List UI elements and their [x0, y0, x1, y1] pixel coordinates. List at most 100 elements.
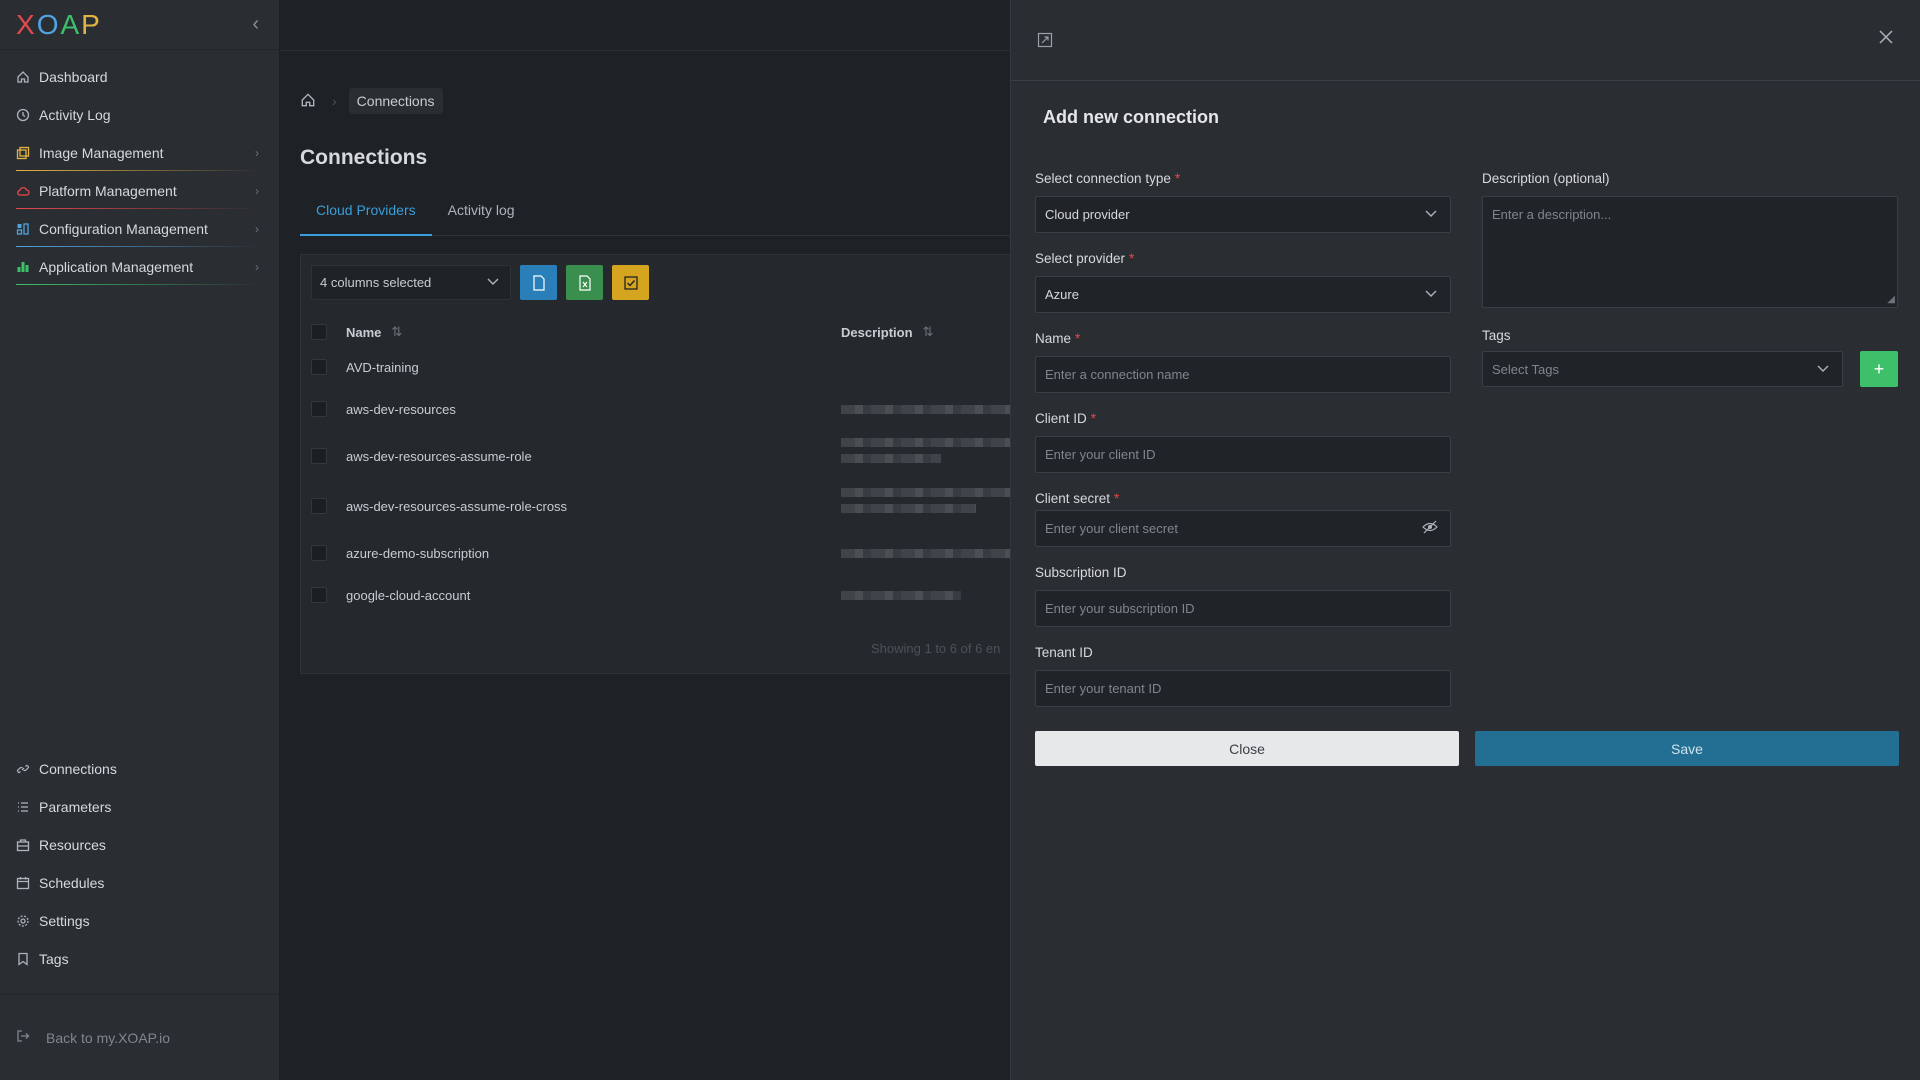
- sidebar-item-label: Resources: [39, 837, 106, 853]
- row-checkbox[interactable]: [311, 545, 327, 561]
- resize-handle-icon[interactable]: ◢: [1887, 294, 1895, 305]
- label-text: Client secret: [1035, 491, 1111, 506]
- gear-icon: [16, 914, 30, 928]
- clock-icon: [16, 108, 30, 122]
- tags-select[interactable]: Select Tags: [1482, 351, 1843, 387]
- sidebar-item-tags[interactable]: Tags: [0, 940, 279, 978]
- subscription-id-label: Subscription ID: [1035, 565, 1127, 580]
- required-marker: *: [1075, 331, 1081, 346]
- apps-icon: [16, 260, 30, 274]
- row-name: azure-demo-subscription: [346, 545, 490, 561]
- sidebar-item-label: Platform Management: [39, 183, 177, 199]
- client-secret-input[interactable]: Enter your client secret: [1035, 510, 1451, 547]
- button-label: Save: [1671, 740, 1703, 757]
- export-excel-button[interactable]: [566, 265, 603, 300]
- tab-cloud-providers[interactable]: Cloud Providers: [300, 195, 432, 236]
- sidebar-item-settings[interactable]: Settings: [0, 902, 279, 940]
- table-row[interactable]: azure-demo-subscription: [311, 541, 1011, 565]
- subscription-id-input[interactable]: Enter your subscription ID: [1035, 590, 1451, 627]
- label-text: Client ID: [1035, 411, 1087, 426]
- column-header-description[interactable]: Description ⇅: [841, 324, 933, 340]
- column-header-name[interactable]: Name ⇅: [346, 324, 402, 340]
- input-placeholder: Enter your subscription ID: [1045, 601, 1195, 616]
- provider-label: Select provider *: [1035, 251, 1134, 266]
- resources-icon: [16, 838, 30, 852]
- table-row[interactable]: aws-dev-resources-assume-role-cross: [311, 488, 1011, 518]
- select-placeholder: Select Tags: [1492, 361, 1559, 377]
- connection-type-select[interactable]: Cloud provider: [1035, 196, 1451, 233]
- row-checkbox[interactable]: [311, 448, 327, 464]
- chevron-right-icon: ›: [332, 93, 337, 109]
- table-row[interactable]: aws-dev-resources: [311, 397, 1011, 421]
- sidebar-item-schedules[interactable]: Schedules: [0, 864, 279, 902]
- sidebar-item-activity-log[interactable]: Activity Log: [0, 96, 279, 134]
- tenant-id-input[interactable]: Enter your tenant ID: [1035, 670, 1451, 707]
- row-checkbox[interactable]: [311, 587, 327, 603]
- row-checkbox[interactable]: [311, 498, 327, 514]
- chevron-right-icon: ›: [255, 146, 259, 160]
- tab-activity-log[interactable]: Activity log: [432, 195, 531, 235]
- chevron-down-icon: [486, 274, 500, 291]
- logo-bar: X O A P ‹: [0, 0, 279, 50]
- export-csv-button[interactable]: [520, 265, 557, 300]
- sidebar-item-image-management[interactable]: Image Management ›: [0, 134, 279, 172]
- eye-slash-icon[interactable]: [1422, 520, 1438, 537]
- sort-icon: ⇅: [391, 324, 403, 339]
- plus-icon: +: [1873, 358, 1885, 379]
- row-checkbox[interactable]: [311, 401, 327, 417]
- client-id-input[interactable]: Enter your client ID: [1035, 436, 1451, 473]
- table-header: Name ⇅ Description ⇅: [311, 317, 1010, 347]
- sidebar-item-label: Application Management: [39, 259, 194, 275]
- collapse-sidebar-icon[interactable]: ‹: [252, 13, 259, 36]
- sidebar-item-connections[interactable]: Connections: [0, 750, 279, 788]
- row-name: aws-dev-resources: [346, 401, 456, 417]
- row-name: google-cloud-account: [346, 587, 471, 603]
- redacted-description: [841, 405, 1011, 414]
- expand-icon[interactable]: [1037, 32, 1053, 53]
- connection-name-input[interactable]: Enter a connection name: [1035, 356, 1451, 393]
- drawer-header: [1011, 0, 1920, 81]
- logo-letter: P: [81, 8, 102, 40]
- xoap-logo[interactable]: X O A P: [16, 9, 102, 41]
- sidebar-nav: Dashboard Activity Log Image Management …: [0, 50, 279, 286]
- sidebar-item-application-management[interactable]: Application Management ›: [0, 248, 279, 286]
- save-button[interactable]: Save: [1475, 731, 1899, 766]
- description-label: Description (optional): [1482, 171, 1610, 186]
- sidebar-item-label: Connections: [39, 761, 117, 777]
- name-label: Name *: [1035, 331, 1080, 346]
- sidebar-item-parameters[interactable]: Parameters: [0, 788, 279, 826]
- sidebar-item-configuration-management[interactable]: Configuration Management ›: [0, 210, 279, 248]
- add-tag-button[interactable]: +: [1860, 351, 1898, 387]
- table-row[interactable]: AVD-training: [311, 355, 1010, 379]
- close-icon[interactable]: [1878, 28, 1894, 51]
- sidebar-item-label: Tags: [39, 951, 69, 967]
- top-bar: [280, 0, 1010, 51]
- table-row[interactable]: google-cloud-account: [311, 583, 1010, 607]
- columns-select-value: 4 columns selected: [320, 275, 432, 290]
- back-to-xoap-link[interactable]: Back to my.XOAP.io: [0, 994, 279, 1080]
- sidebar-item-resources[interactable]: Resources: [0, 826, 279, 864]
- table-row[interactable]: aws-dev-resources-assume-role: [311, 438, 1011, 468]
- sidebar-item-dashboard[interactable]: Dashboard: [0, 58, 279, 96]
- config-icon: [16, 222, 30, 236]
- description-textarea[interactable]: Enter a description... ◢: [1482, 196, 1898, 308]
- select-all-button[interactable]: [612, 265, 649, 300]
- columns-select[interactable]: 4 columns selected: [311, 265, 511, 300]
- sidebar-item-label: Schedules: [39, 875, 105, 891]
- provider-select[interactable]: Azure: [1035, 276, 1451, 313]
- logo-letter: X: [16, 8, 37, 40]
- drawer-title: Add new connection: [1043, 107, 1220, 127]
- redacted-description: [841, 488, 1011, 497]
- row-checkbox[interactable]: [311, 359, 327, 375]
- sidebar-item-platform-management[interactable]: Platform Management ›: [0, 172, 279, 210]
- tags-label: Tags: [1482, 328, 1511, 343]
- close-button[interactable]: Close: [1035, 731, 1459, 766]
- sidebar: X O A P ‹ Dashboard Activity Log Image M…: [0, 0, 280, 1080]
- home-icon: [16, 70, 30, 84]
- sidebar-item-label: Image Management: [39, 145, 164, 161]
- breadcrumb-current[interactable]: Connections: [348, 88, 443, 114]
- sidebar-item-label: Parameters: [39, 799, 112, 815]
- select-all-checkbox[interactable]: [311, 324, 327, 340]
- logo-letter: A: [60, 8, 82, 40]
- home-icon[interactable]: [300, 92, 316, 111]
